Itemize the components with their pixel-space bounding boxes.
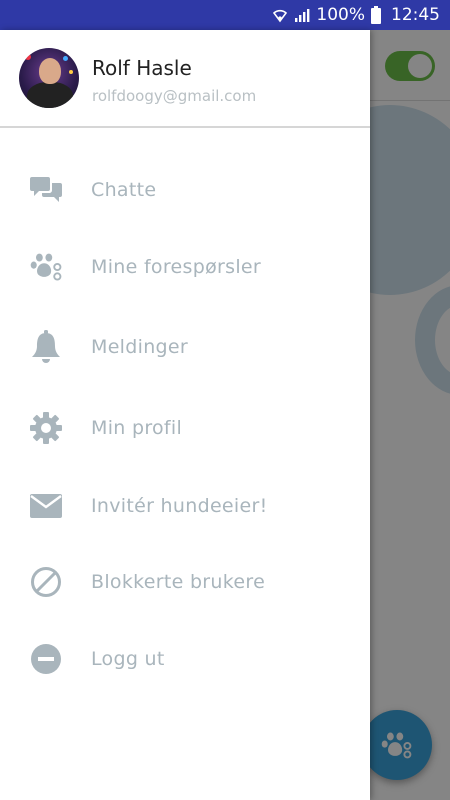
clock: 12:45 [391,5,440,25]
menu-label: Mine forespørsler [91,256,262,278]
menu-label: Logg ut [91,648,165,670]
menu-item-notifications[interactable]: Meldinger [0,317,370,377]
menu-item-profile[interactable]: Min profil [0,398,370,458]
logout-icon [28,641,64,677]
chat-icon [28,172,64,208]
wifi-icon [273,9,288,23]
user-name: Rolf Hasle [92,56,192,80]
menu-item-requests[interactable]: Mine forespørsler [0,237,370,297]
status-bar: 100% 12:45 [0,0,450,30]
envelope-icon [28,488,64,524]
battery-percent: 100% [316,5,365,25]
menu-label: Blokkerte brukere [91,571,266,593]
menu-item-chat[interactable]: Chatte [0,160,370,220]
menu-label: Invitér hundeeier! [91,495,268,517]
menu-item-blocked-users[interactable]: Blokkerte brukere [0,552,370,612]
menu-label: Meldinger [91,336,189,358]
block-icon [28,564,64,600]
menu-label: Chatte [91,179,157,201]
paw-icon [28,249,64,285]
menu-label: Min profil [91,417,183,439]
avatar[interactable] [19,48,79,108]
navigation-drawer: Rolf Hasle rolfdoogy@gmail.com Chatte Mi… [0,30,370,800]
battery-icon [371,6,381,24]
user-email: rolfdoogy@gmail.com [92,87,257,105]
bell-icon [28,329,64,365]
menu-item-logout[interactable]: Logg ut [0,629,370,689]
signal-icon [295,9,310,22]
drawer-header: Rolf Hasle rolfdoogy@gmail.com [0,30,370,128]
gear-icon [28,410,64,446]
menu-item-invite[interactable]: Invitér hundeeier! [0,476,370,536]
